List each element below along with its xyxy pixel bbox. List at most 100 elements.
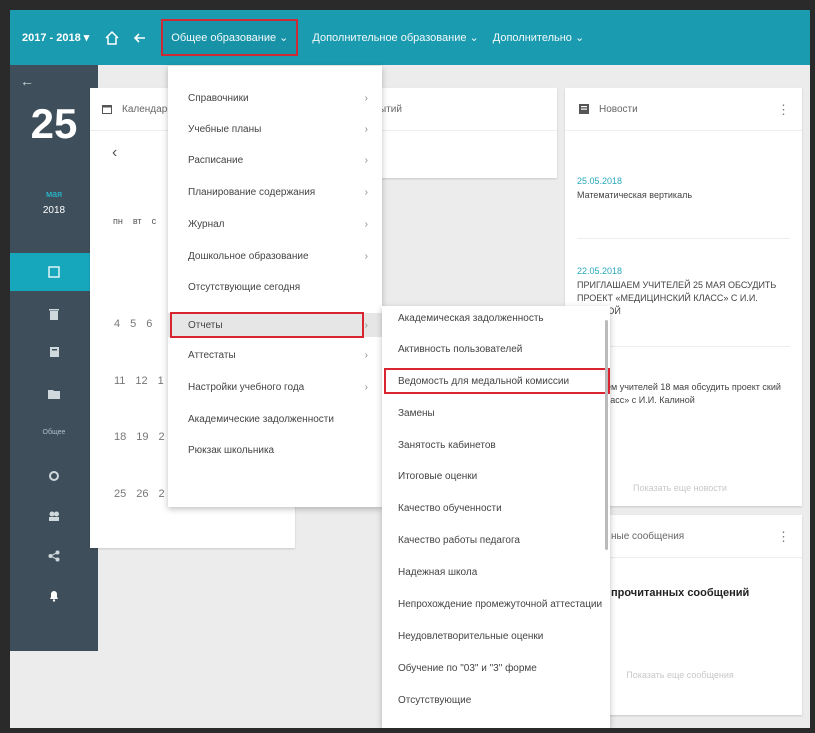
chevron-right-icon: › bbox=[364, 154, 368, 166]
app-frame: 2017 - 2018 ▾ Общее образование ⌄ Дополн… bbox=[10, 10, 810, 728]
rail-item-general[interactable]: Общее bbox=[10, 413, 98, 451]
home-icon[interactable] bbox=[101, 27, 123, 49]
menu-item-student-backpack[interactable]: Рюкзак школьника bbox=[168, 438, 382, 462]
submenu-item[interactable]: Неудовлетворительные оценки bbox=[382, 624, 610, 648]
calendar-day[interactable]: 1 bbox=[158, 375, 164, 387]
submenu-item-label: Академическая задолженность bbox=[398, 312, 544, 324]
submenu-item-label: Качество работы педагога bbox=[398, 534, 520, 546]
chevron-right-icon: › bbox=[364, 250, 368, 262]
submenu-item[interactable]: Активность пользователей bbox=[382, 337, 610, 361]
menu-item-curricula[interactable]: Учебные планы › bbox=[168, 117, 382, 141]
window-icon bbox=[48, 266, 60, 278]
calendar-day[interactable]: 5 bbox=[130, 318, 136, 330]
news-date: 22.05.2018 bbox=[577, 266, 623, 276]
rail-item-settings[interactable] bbox=[10, 457, 98, 495]
rail-general-label: Общее bbox=[42, 428, 66, 436]
submenu-item[interactable]: Академическая задолженность bbox=[382, 306, 610, 330]
menu-item-schedule[interactable]: Расписание › bbox=[168, 148, 382, 172]
submenu-item-label: Непрохождение промежуточной аттестации bbox=[398, 598, 603, 610]
menu-item-directories[interactable]: Справочники › bbox=[168, 86, 382, 110]
news-header: Новости ⋮ bbox=[565, 88, 802, 131]
trash-icon bbox=[49, 309, 59, 320]
submenu-item-label: Итоговые оценки bbox=[398, 470, 478, 482]
book-icon bbox=[49, 347, 59, 357]
submenu-item[interactable]: Обучение по "03" и "3" форме bbox=[382, 656, 610, 680]
rail-item-share[interactable] bbox=[10, 537, 98, 575]
calendar-day[interactable]: 12 bbox=[135, 375, 147, 387]
submenu-item[interactable]: Непрохождение промежуточной аттестации bbox=[382, 592, 610, 616]
events-title: ытий bbox=[379, 103, 402, 115]
calendar-day[interactable]: 6 bbox=[146, 318, 152, 330]
submenu-item-label: Неудовлетворительные оценки bbox=[398, 630, 544, 642]
kebab-menu-icon[interactable]: ⋮ bbox=[777, 102, 790, 118]
submenu-item[interactable]: Надежная школа bbox=[382, 560, 610, 584]
weekday: с bbox=[151, 216, 157, 226]
menu-item-label: Настройки учебного года bbox=[188, 381, 305, 393]
rail-item-alerts[interactable] bbox=[10, 577, 98, 615]
menu-item-absent-today[interactable]: Отсутствующие сегодня bbox=[168, 275, 382, 299]
calendar-day[interactable]: 26 bbox=[136, 488, 148, 500]
news-item[interactable]: 25.05.2018 Математическая вертикаль bbox=[577, 176, 790, 202]
menu-item-label: Аттестаты bbox=[188, 349, 236, 361]
menu-additional[interactable]: Дополнительно ⌄ bbox=[493, 31, 584, 44]
calendar-title: Календарь bbox=[122, 103, 173, 115]
left-rail: ← 25 мая 2018 Общее bbox=[10, 65, 98, 651]
messages-title: ные сообщения bbox=[611, 530, 685, 542]
kebab-menu-icon[interactable]: ⋮ bbox=[777, 529, 790, 545]
rail-day: 25 bbox=[30, 100, 78, 147]
submenu-item-label: Качество обученности bbox=[398, 502, 502, 514]
submenu-item-label: Надежная школа bbox=[398, 566, 478, 578]
rail-item-trash[interactable] bbox=[10, 295, 98, 333]
back-arrow-icon[interactable] bbox=[129, 27, 151, 49]
menu-item-label: Справочники bbox=[188, 92, 249, 104]
menu-item-academic-debts[interactable]: Академические задолженности bbox=[168, 407, 382, 431]
calendar-day[interactable]: 18 bbox=[114, 431, 126, 443]
rail-back-icon[interactable]: ← bbox=[20, 73, 34, 89]
calendar-day[interactable]: 2 bbox=[159, 488, 165, 500]
menu-item-preschool[interactable]: Дошкольное образование › bbox=[168, 244, 382, 268]
show-more-messages-button[interactable]: Показать еще сообщения bbox=[625, 665, 735, 685]
rail-item-journal[interactable] bbox=[10, 333, 98, 371]
rail-item-users[interactable] bbox=[10, 497, 98, 535]
chevron-right-icon: › bbox=[364, 186, 368, 198]
menu-item-year-settings[interactable]: Настройки учебного года › bbox=[168, 375, 382, 399]
submenu-item[interactable]: Качество работы педагога bbox=[382, 528, 610, 552]
calendar-day[interactable]: 4 bbox=[114, 318, 120, 330]
submenu-item[interactable]: Замены bbox=[382, 401, 610, 425]
share-icon bbox=[48, 550, 60, 562]
menu-item-label: Расписание bbox=[188, 154, 244, 166]
calendar-day[interactable]: 2 bbox=[159, 431, 165, 443]
rail-month: мая bbox=[45, 189, 63, 199]
calendar-week-row: 4 5 6 bbox=[114, 318, 152, 330]
calendar-day[interactable]: 19 bbox=[136, 431, 148, 443]
calendar-prev-button[interactable]: ‹ bbox=[112, 144, 117, 162]
calendar-week-row: 25 26 2 bbox=[114, 488, 165, 500]
chevron-right-icon: › bbox=[364, 381, 368, 393]
rail-item-desktop[interactable] bbox=[10, 253, 98, 291]
news-item[interactable]: 8 аем учителей 18 мая обсудить проект ск… bbox=[601, 368, 790, 407]
submenu-scrollbar[interactable] bbox=[605, 320, 608, 550]
menu-item-content-planning[interactable]: Планирование содержания › bbox=[168, 180, 382, 204]
chevron-right-icon: › bbox=[364, 218, 368, 230]
users-icon bbox=[49, 511, 59, 521]
menu-item-certificates[interactable]: Аттестаты › bbox=[168, 343, 382, 367]
submenu-item[interactable]: Итоговые оценки bbox=[382, 464, 610, 488]
menu-item-label: Дошкольное образование bbox=[188, 250, 309, 262]
menu-item-journal[interactable]: Журнал › bbox=[168, 212, 382, 236]
rail-item-folder[interactable] bbox=[10, 375, 98, 413]
menu-general-education[interactable]: Общее образование ⌄ bbox=[161, 19, 299, 56]
gear-icon bbox=[49, 471, 59, 481]
menu-additional-education[interactable]: Дополнительное образование ⌄ bbox=[312, 31, 478, 44]
submenu-item[interactable]: Качество обученности bbox=[382, 496, 610, 520]
submenu-item[interactable]: Занятость кабинетов bbox=[382, 433, 610, 457]
calendar-day[interactable]: 11 bbox=[114, 375, 125, 387]
submenu-item-label: Активность пользователей bbox=[398, 343, 523, 355]
chevron-right-icon: › bbox=[364, 92, 368, 104]
show-more-news-button[interactable]: Показать еще новости bbox=[625, 478, 735, 498]
submenu-item-label: Занятость кабинетов bbox=[398, 439, 496, 451]
chevron-right-icon: › bbox=[364, 123, 368, 135]
year-selector[interactable]: 2017 - 2018 ▾ bbox=[22, 31, 89, 44]
calendar-day[interactable]: 25 bbox=[114, 488, 126, 500]
folder-icon bbox=[48, 390, 60, 399]
submenu-item[interactable]: Отсутствующие bbox=[382, 688, 610, 712]
